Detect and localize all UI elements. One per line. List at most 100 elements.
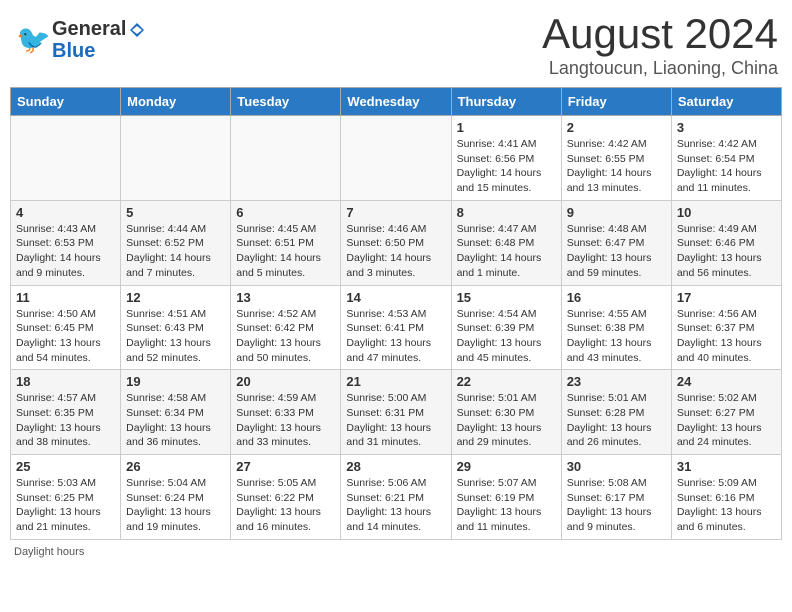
calendar-cell: 29Sunrise: 5:07 AM Sunset: 6:19 PM Dayli…: [451, 455, 561, 540]
calendar-cell: 7Sunrise: 4:46 AM Sunset: 6:50 PM Daylig…: [341, 200, 451, 285]
day-number: 14: [346, 290, 445, 305]
day-info: Sunrise: 4:57 AM Sunset: 6:35 PM Dayligh…: [16, 391, 115, 450]
calendar-cell: 18 Sunrise: 4:57 AM Sunset: 6:35 PM Dayli…: [11, 370, 121, 455]
day-info: Sunrise: 4:45 AM Sunset: 6:51 PM Dayligh…: [236, 222, 335, 281]
day-info: Sunrise: 4:46 AM Sunset: 6:50 PM Dayligh…: [346, 222, 445, 281]
day-number: 22: [457, 374, 556, 389]
day-info: Sunrise: 4:50 AM Sunset: 6:45 PM Dayligh…: [16, 307, 115, 366]
calendar-week-5: 25 Sunrise: 5:03 AM Sunset: 6:25 PM Dayli…: [11, 455, 782, 540]
calendar-cell: 24Sunrise: 5:02 AM Sunset: 6:27 PM Dayli…: [671, 370, 781, 455]
day-info: Sunrise: 4:55 AM Sunset: 6:38 PM Dayligh…: [567, 307, 666, 366]
location-title: Langtoucun, Liaoning, China: [542, 58, 778, 79]
calendar-week-3: 11 Sunrise: 4:50 AM Sunset: 6:45 PM Dayli…: [11, 285, 782, 370]
day-info: Sunrise: 4:54 AM Sunset: 6:39 PM Dayligh…: [457, 307, 556, 366]
day-header-monday: Monday: [121, 88, 231, 116]
day-info: Sunrise: 4:48 AM Sunset: 6:47 PM Dayligh…: [567, 222, 666, 281]
day-number: 28: [346, 459, 445, 474]
day-info: Sunrise: 5:01 AM Sunset: 6:28 PM Dayligh…: [567, 391, 666, 450]
day-info: Sunrise: 5:00 AM Sunset: 6:31 PM Dayligh…: [346, 391, 445, 450]
day-header-tuesday: Tuesday: [231, 88, 341, 116]
footer: Daylight hours: [10, 546, 782, 558]
day-number: 8: [457, 205, 556, 220]
day-number: 18: [16, 374, 115, 389]
day-number: 9: [567, 205, 666, 220]
day-info: Sunrise: 5:03 AM Sunset: 6:25 PM Dayligh…: [16, 476, 115, 535]
day-number: 27: [236, 459, 335, 474]
day-number: 4: [16, 205, 115, 220]
calendar-cell: 19 Sunrise: 4:58 AM Sunset: 6:34 PM Dayli…: [121, 370, 231, 455]
day-number: 20: [236, 374, 335, 389]
logo-icon: 🐦: [14, 21, 52, 59]
calendar-cell: 10 Sunrise: 4:49 AM Sunset: 6:46 PM Dayli…: [671, 200, 781, 285]
day-header-friday: Friday: [561, 88, 671, 116]
day-number: 11: [16, 290, 115, 305]
calendar-cell: 8 Sunrise: 4:47 AM Sunset: 6:48 PM Daylig…: [451, 200, 561, 285]
day-info: Sunrise: 5:05 AM Sunset: 6:22 PM Dayligh…: [236, 476, 335, 535]
calendar-cell: [121, 116, 231, 201]
calendar-cell: 16 Sunrise: 4:55 AM Sunset: 6:38 PM Dayli…: [561, 285, 671, 370]
day-header-sunday: Sunday: [11, 88, 121, 116]
calendar-cell: 28 Sunrise: 5:06 AM Sunset: 6:21 PM Dayli…: [341, 455, 451, 540]
calendar-cell: 30 Sunrise: 5:08 AM Sunset: 6:17 PM Dayli…: [561, 455, 671, 540]
calendar-header-row: SundayMondayTuesdayWednesdayThursdayFrid…: [11, 88, 782, 116]
logo-blue: Blue: [52, 40, 146, 62]
day-info: Sunrise: 5:01 AM Sunset: 6:30 PM Dayligh…: [457, 391, 556, 450]
day-info: Sunrise: 5:08 AM Sunset: 6:17 PM Dayligh…: [567, 476, 666, 535]
calendar-cell: 22 Sunrise: 5:01 AM Sunset: 6:30 PM Dayli…: [451, 370, 561, 455]
day-info: Sunrise: 4:56 AM Sunset: 6:37 PM Dayligh…: [677, 307, 776, 366]
day-number: 2: [567, 120, 666, 135]
day-number: 25: [16, 459, 115, 474]
day-info: Sunrise: 4:53 AM Sunset: 6:41 PM Dayligh…: [346, 307, 445, 366]
day-number: 5: [126, 205, 225, 220]
day-info: Sunrise: 4:47 AM Sunset: 6:48 PM Dayligh…: [457, 222, 556, 281]
day-info: Sunrise: 4:43 AM Sunset: 6:53 PM Dayligh…: [16, 222, 115, 281]
day-info: Sunrise: 5:07 AM Sunset: 6:19 PM Dayligh…: [457, 476, 556, 535]
day-number: 6: [236, 205, 335, 220]
calendar-cell: 13Sunrise: 4:52 AM Sunset: 6:42 PM Dayli…: [231, 285, 341, 370]
day-info: Sunrise: 4:42 AM Sunset: 6:55 PM Dayligh…: [567, 137, 666, 196]
logo: 🐦 General Blue: [14, 18, 146, 62]
calendar-cell: 21Sunrise: 5:00 AM Sunset: 6:31 PM Dayli…: [341, 370, 451, 455]
calendar-table: SundayMondayTuesdayWednesdayThursdayFrid…: [10, 87, 782, 540]
calendar-cell: [11, 116, 121, 201]
calendar-cell: 17 Sunrise: 4:56 AM Sunset: 6:37 PM Dayli…: [671, 285, 781, 370]
day-number: 16: [567, 290, 666, 305]
calendar-cell: 23Sunrise: 5:01 AM Sunset: 6:28 PM Dayli…: [561, 370, 671, 455]
page-header: 🐦 General Blue August 2024 Langtoucun, L…: [10, 10, 782, 79]
calendar-cell: 6 Sunrise: 4:45 AM Sunset: 6:51 PM Daylig…: [231, 200, 341, 285]
day-info: Sunrise: 5:09 AM Sunset: 6:16 PM Dayligh…: [677, 476, 776, 535]
calendar-week-4: 18 Sunrise: 4:57 AM Sunset: 6:35 PM Dayli…: [11, 370, 782, 455]
calendar-cell: 1 Sunrise: 4:41 AM Sunset: 6:56 PM Daylig…: [451, 116, 561, 201]
calendar-cell: 9 Sunrise: 4:48 AM Sunset: 6:47 PM Daylig…: [561, 200, 671, 285]
svg-text:🐦: 🐦: [16, 24, 51, 55]
calendar-cell: 5Sunrise: 4:44 AM Sunset: 6:52 PM Daylig…: [121, 200, 231, 285]
day-number: 19: [126, 374, 225, 389]
calendar-cell: 12 Sunrise: 4:51 AM Sunset: 6:43 PM Dayli…: [121, 285, 231, 370]
daylight-label: Daylight hours: [14, 546, 84, 558]
day-header-thursday: Thursday: [451, 88, 561, 116]
day-number: 1: [457, 120, 556, 135]
day-info: Sunrise: 4:58 AM Sunset: 6:34 PM Dayligh…: [126, 391, 225, 450]
day-info: Sunrise: 4:49 AM Sunset: 6:46 PM Dayligh…: [677, 222, 776, 281]
day-info: Sunrise: 4:51 AM Sunset: 6:43 PM Dayligh…: [126, 307, 225, 366]
day-info: Sunrise: 4:59 AM Sunset: 6:33 PM Dayligh…: [236, 391, 335, 450]
day-info: Sunrise: 5:04 AM Sunset: 6:24 PM Dayligh…: [126, 476, 225, 535]
calendar-cell: 2 Sunrise: 4:42 AM Sunset: 6:55 PM Daylig…: [561, 116, 671, 201]
day-number: 10: [677, 205, 776, 220]
calendar-cell: 14 Sunrise: 4:53 AM Sunset: 6:41 PM Dayli…: [341, 285, 451, 370]
day-number: 3: [677, 120, 776, 135]
day-number: 13: [236, 290, 335, 305]
day-number: 30: [567, 459, 666, 474]
day-info: Sunrise: 4:42 AM Sunset: 6:54 PM Dayligh…: [677, 137, 776, 196]
day-number: 17: [677, 290, 776, 305]
calendar-cell: 25 Sunrise: 5:03 AM Sunset: 6:25 PM Dayli…: [11, 455, 121, 540]
month-title: August 2024: [542, 10, 778, 58]
day-number: 15: [457, 290, 556, 305]
day-number: 12: [126, 290, 225, 305]
calendar-week-2: 4 Sunrise: 4:43 AM Sunset: 6:53 PM Daylig…: [11, 200, 782, 285]
day-info: Sunrise: 5:06 AM Sunset: 6:21 PM Dayligh…: [346, 476, 445, 535]
day-info: Sunrise: 4:41 AM Sunset: 6:56 PM Dayligh…: [457, 137, 556, 196]
day-header-wednesday: Wednesday: [341, 88, 451, 116]
calendar-cell: 11 Sunrise: 4:50 AM Sunset: 6:45 PM Dayli…: [11, 285, 121, 370]
title-section: August 2024 Langtoucun, Liaoning, China: [542, 10, 778, 79]
